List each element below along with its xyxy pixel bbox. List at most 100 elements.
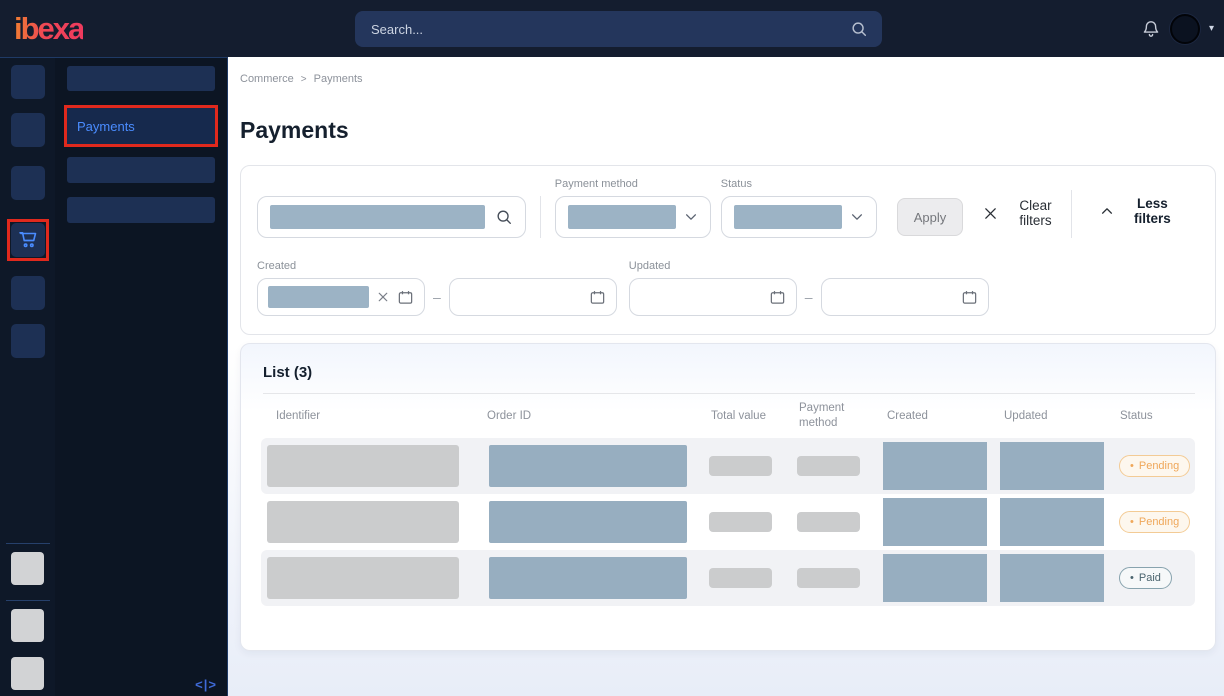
chevron-down-icon [850, 210, 864, 224]
sidebar-icon-placeholder[interactable] [11, 609, 44, 642]
total-value-cell [707, 438, 795, 494]
created-cell [883, 550, 1000, 606]
nav-item-placeholder[interactable] [67, 157, 215, 183]
column-identifier: Identifier [261, 409, 483, 424]
updated-label: Updated [629, 260, 989, 272]
cart-icon [16, 228, 40, 252]
status-dot: • [1130, 516, 1134, 528]
calendar-icon[interactable] [961, 289, 978, 306]
search-icon [850, 20, 868, 38]
primary-sidebar-bottom [0, 543, 55, 696]
status-dot: • [1130, 572, 1134, 584]
calendar-icon[interactable] [769, 289, 786, 306]
sidebar-icon-placeholder[interactable] [11, 552, 44, 585]
sidebar-icon-placeholder[interactable] [11, 113, 45, 147]
search-icon [495, 208, 513, 226]
sidebar-icon-placeholder[interactable] [11, 166, 45, 200]
updated-cell [1000, 438, 1116, 494]
filters-row-2: Created – [257, 260, 1199, 316]
sidebar-resize-handle[interactable]: <|> [195, 677, 217, 692]
avatar[interactable] [1170, 14, 1200, 44]
filters-row-1: Payment method Status [257, 178, 1199, 238]
calendar-icon[interactable] [589, 289, 606, 306]
list-title: List (3) [263, 364, 1195, 381]
clear-filters-button[interactable]: Clear filters [977, 197, 1071, 229]
status-cell: • Paid [1116, 550, 1195, 606]
redacted-payment-method [797, 456, 860, 476]
updated-from-input[interactable] [629, 278, 797, 316]
sidebar-icon-placeholder[interactable] [11, 324, 45, 358]
primary-sidebar [0, 57, 55, 696]
redacted-date-value [268, 286, 369, 308]
status-label: Pending [1139, 516, 1179, 528]
clear-date-icon[interactable] [377, 291, 389, 303]
created-range: – [257, 278, 617, 316]
nav-item-placeholder[interactable] [67, 66, 215, 91]
redacted-updated [1000, 498, 1104, 546]
identifier-cell [261, 494, 483, 550]
sidebar-icon-placeholder[interactable] [11, 276, 45, 310]
redacted-order-id [489, 501, 687, 543]
sidebar-item-commerce[interactable] [11, 223, 45, 257]
ibexa-logo[interactable]: ibexa [14, 13, 83, 44]
redacted-select-value [568, 205, 676, 229]
redacted-created [883, 442, 987, 490]
table-header: Identifier Order ID Total value Payment … [261, 394, 1195, 438]
column-updated: Updated [1000, 409, 1116, 424]
divider [540, 196, 541, 238]
annotation-highlight [7, 219, 49, 261]
column-payment-method: Payment method [795, 401, 883, 431]
order-id-cell [483, 550, 707, 606]
updated-cell [1000, 494, 1116, 550]
range-separator: – [433, 289, 441, 305]
redacted-updated [1000, 554, 1104, 602]
table-row[interactable]: • Paid [261, 550, 1195, 606]
redacted-total-value [709, 456, 772, 476]
clear-filters-label: Clear filters [1006, 198, 1065, 228]
filter-search-input[interactable] [257, 196, 526, 238]
caret-down-icon[interactable]: ▾ [1209, 24, 1214, 34]
payment-method-label: Payment method [555, 178, 711, 190]
redacted-identifier [267, 557, 459, 599]
apply-button[interactable]: Apply [897, 198, 964, 236]
redacted-order-id [489, 557, 687, 599]
total-value-cell [707, 550, 795, 606]
status-badge: • Pending [1119, 455, 1190, 477]
sidebar-icon-placeholder[interactable] [11, 657, 44, 690]
close-icon [983, 206, 998, 221]
sidebar-icon-placeholder[interactable] [11, 65, 45, 99]
nav-item-payments[interactable]: Payments [67, 108, 215, 144]
filters-panel: Payment method Status [240, 165, 1216, 335]
calendar-icon[interactable] [397, 289, 414, 306]
status-badge: • Pending [1119, 511, 1190, 533]
less-filters-toggle[interactable]: Less filters [1094, 195, 1189, 227]
status-select[interactable] [721, 196, 877, 238]
column-total-value: Total value [707, 409, 795, 424]
created-to-input[interactable] [449, 278, 617, 316]
redacted-updated [1000, 442, 1104, 490]
payment-method-field: Payment method [555, 178, 711, 238]
created-field: Created – [257, 260, 617, 316]
table-row[interactable]: • Pending [261, 494, 1195, 550]
breadcrumb-commerce[interactable]: Commerce [240, 73, 294, 85]
topbar: ibexa ▾ [0, 0, 1224, 57]
global-search[interactable] [355, 11, 882, 47]
global-search-input[interactable] [369, 21, 850, 38]
chevron-down-icon [684, 210, 698, 224]
redacted-total-value [709, 512, 772, 532]
column-order-id: Order ID [483, 409, 707, 424]
redacted-search-value [270, 205, 485, 229]
less-filters-label: Less filters [1122, 196, 1183, 226]
nav-item-placeholder[interactable] [67, 197, 215, 223]
status-badge: • Paid [1119, 567, 1172, 589]
updated-to-input[interactable] [821, 278, 989, 316]
table-row[interactable]: • Pending [261, 438, 1195, 494]
created-from-input[interactable] [257, 278, 425, 316]
breadcrumb-payments[interactable]: Payments [314, 73, 363, 85]
redacted-total-value [709, 568, 772, 588]
payment-method-select[interactable] [555, 196, 711, 238]
bell-icon[interactable] [1141, 19, 1161, 39]
breadcrumb-separator: > [301, 74, 307, 85]
redacted-created [883, 554, 987, 602]
topbar-actions: ▾ [1141, 0, 1214, 57]
